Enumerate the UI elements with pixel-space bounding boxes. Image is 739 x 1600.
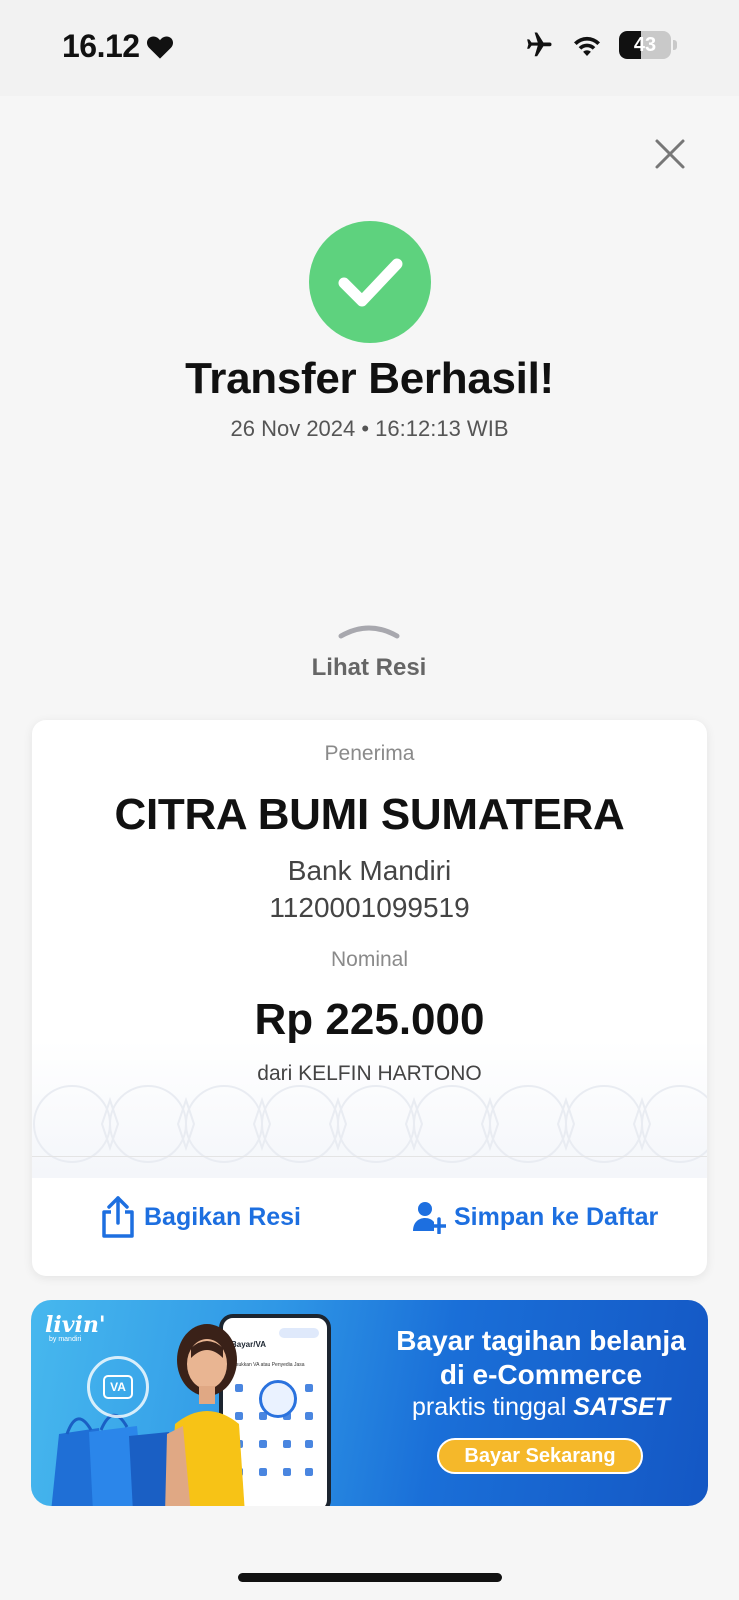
share-receipt-button[interactable]: Bagikan Resi	[100, 1192, 301, 1242]
banner-subline: praktis tinggal SATSET	[381, 1392, 701, 1422]
card-divider	[32, 1156, 707, 1157]
view-receipt-toggle[interactable]: Lihat Resi	[269, 620, 469, 696]
battery-cap	[673, 40, 677, 50]
va-badge-label: VA	[103, 1375, 133, 1399]
livin-logo: livin'	[45, 1312, 106, 1338]
banner-subline-text: praktis tinggal	[412, 1393, 567, 1421]
close-icon	[655, 139, 685, 169]
promo-banner[interactable]: livin' by mandiri VA Bayar/VA Masukkan V…	[31, 1300, 708, 1506]
page-title: Transfer Berhasil!	[185, 354, 554, 403]
amount-label: Nominal	[330, 948, 409, 971]
livin-logo-sub: by mandiri	[49, 1336, 82, 1343]
share-icon	[102, 1196, 134, 1238]
checkmark-icon	[338, 258, 403, 307]
status-time: 16.12	[62, 28, 174, 65]
share-receipt-label: Bagikan Resi	[144, 1202, 302, 1231]
success-badge	[309, 221, 431, 343]
status-time-text: 16.12	[62, 28, 140, 64]
recipient-bank: Bank Mandiri	[287, 855, 452, 886]
status-icons: 43	[523, 30, 677, 60]
recipient-account-number: 1120001099519	[269, 892, 470, 923]
battery-level: 43	[633, 33, 657, 56]
transaction-datetime: 26 Nov 2024 • 16:12:13 WIB	[230, 416, 509, 441]
va-badge: VA	[87, 1356, 149, 1418]
save-to-list-label: Simpan ke Daftar	[454, 1202, 659, 1231]
sender-name: dari KELFIN HARTONO	[257, 1062, 482, 1085]
wifi-icon	[574, 36, 600, 57]
battery-icon: 43	[619, 31, 671, 59]
view-receipt-label: Lihat Resi	[311, 654, 427, 681]
card-pattern	[32, 1040, 707, 1178]
home-indicator[interactable]	[238, 1573, 502, 1582]
add-user-icon	[413, 1202, 446, 1234]
banner-headline: Bayar tagihan belanja di e-Commerce	[396, 1325, 686, 1390]
save-to-list-button[interactable]: Simpan ke Daftar	[412, 1192, 658, 1242]
receipt-card: Penerima CITRA BUMI SUMATERA Bank Mandir…	[32, 720, 707, 1276]
transfer-amount: Rp 225.000	[254, 995, 485, 1044]
model-illustration	[165, 1324, 245, 1506]
close-button[interactable]	[650, 134, 690, 174]
airplane-icon	[527, 32, 552, 57]
decorative-pattern	[33, 1085, 707, 1163]
phone-tab	[279, 1328, 319, 1338]
banner-subline-emphasis: SATSET	[573, 1393, 670, 1421]
recipient-label: Penerima	[324, 742, 415, 765]
ecommerce-icon	[259, 1380, 297, 1418]
pay-now-button[interactable]: Bayar Sekarang	[437, 1438, 643, 1474]
recipient-name: CITRA BUMI SUMATERA	[114, 790, 625, 839]
status-bar: 16.12 43	[0, 0, 739, 96]
chevron-up-icon	[338, 625, 400, 639]
heart-icon	[146, 35, 173, 59]
